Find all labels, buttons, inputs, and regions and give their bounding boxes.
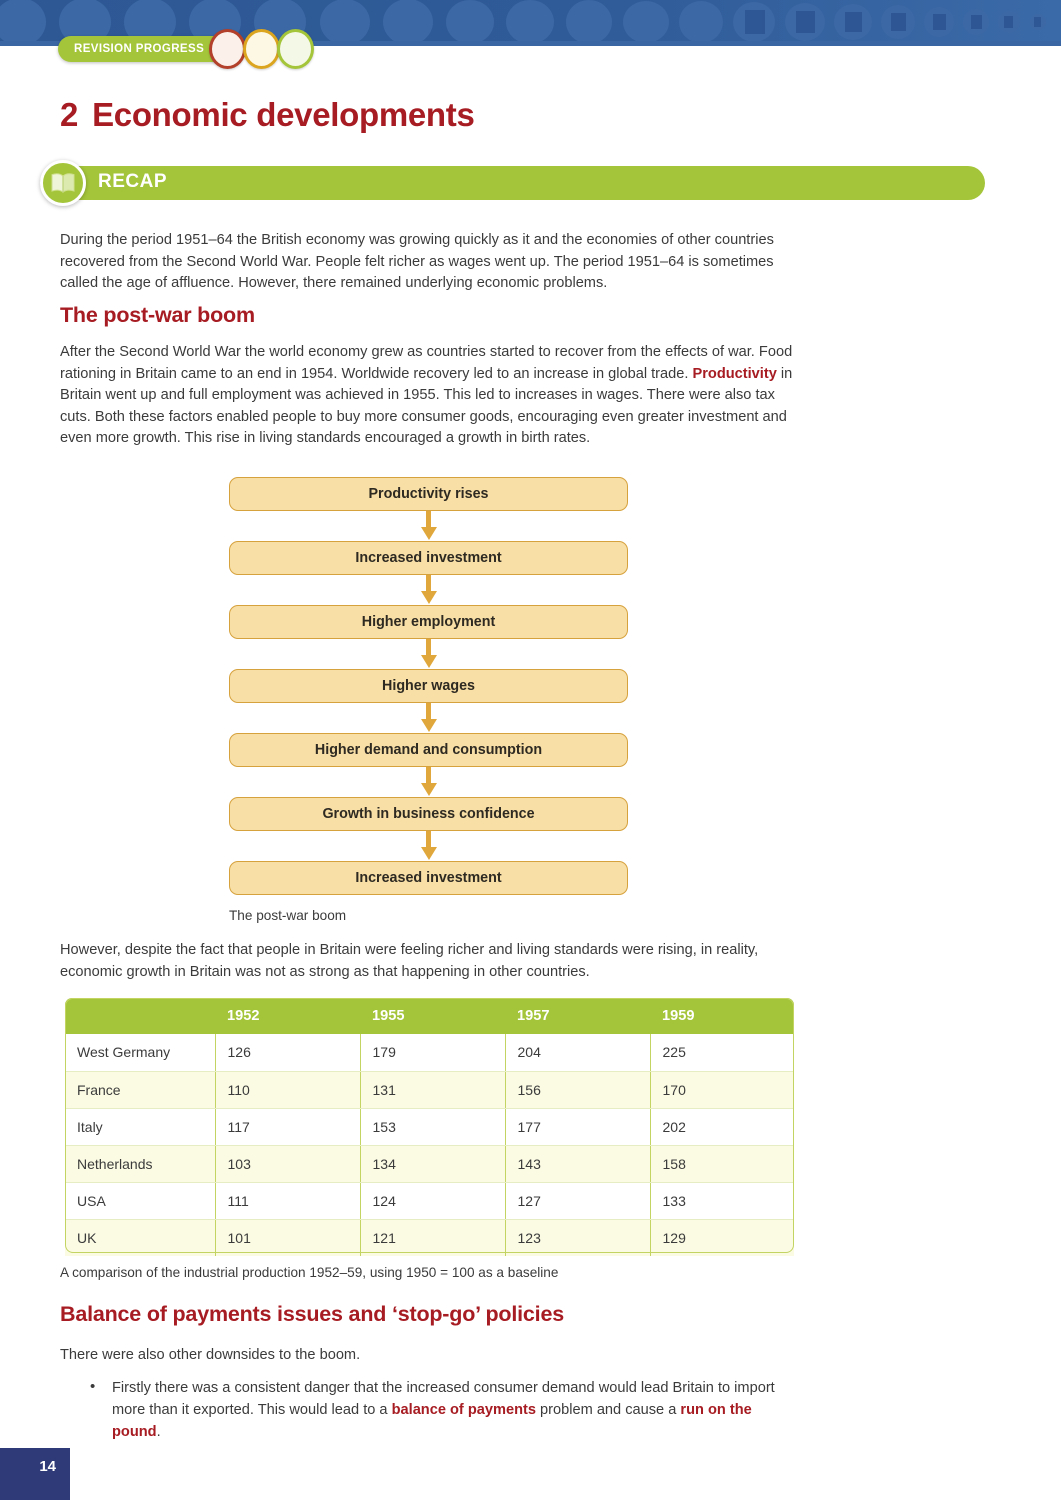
term-balance-of-payments: balance of payments bbox=[391, 1402, 536, 1418]
recap-badge bbox=[40, 160, 86, 206]
cell-1959: 133 bbox=[650, 1182, 794, 1220]
table-row: Netherlands 103 134 143 158 bbox=[65, 1145, 794, 1183]
flow-step-3: Higher employment bbox=[229, 605, 628, 639]
progress-circle-red[interactable] bbox=[209, 29, 247, 69]
cell-1959: 158 bbox=[650, 1145, 794, 1183]
heading-post-war-boom: The post-war boom bbox=[60, 303, 255, 327]
post-war-text-part1: After the Second World War the world eco… bbox=[60, 344, 793, 382]
table-row: Italy 117 153 177 202 bbox=[65, 1108, 794, 1146]
flow-step-4: Higher wages bbox=[229, 669, 628, 703]
cell-1959: 202 bbox=[650, 1108, 794, 1146]
cell-country: Italy bbox=[65, 1108, 216, 1146]
cell-1955: 153 bbox=[360, 1108, 506, 1146]
page-title: 2 Economic developments bbox=[60, 96, 475, 134]
downsides-bullet-list: Firstly there was a consistent danger th… bbox=[86, 1376, 798, 1443]
table-row: France 110 131 156 170 bbox=[65, 1071, 794, 1109]
cell-1959: 129 bbox=[650, 1219, 794, 1256]
flow-arrow-2 bbox=[229, 575, 628, 605]
page-number-badge: 14 bbox=[0, 1448, 70, 1500]
table-row: UK 101 121 123 129 bbox=[65, 1219, 794, 1256]
flow-arrow-4 bbox=[229, 703, 628, 733]
cell-1959: 225 bbox=[650, 1034, 794, 1072]
cell-1952: 126 bbox=[215, 1034, 361, 1072]
cell-1952: 101 bbox=[215, 1219, 361, 1256]
flow-arrow-5 bbox=[229, 767, 628, 797]
cell-1952: 117 bbox=[215, 1108, 361, 1146]
progress-circle-green[interactable] bbox=[277, 29, 315, 69]
list-item: Firstly there was a consistent danger th… bbox=[86, 1376, 798, 1443]
table-header: 1952 1955 1957 1959 bbox=[65, 998, 794, 1034]
cell-1955: 134 bbox=[360, 1145, 506, 1183]
industrial-production-table: 1952 1955 1957 1959 West Germany 126 179… bbox=[65, 998, 794, 1256]
comparison-intro-paragraph: However, despite the fact that people in… bbox=[60, 942, 759, 980]
cell-1957: 123 bbox=[505, 1219, 651, 1256]
intro-paragraph: During the period 1951–64 the British ec… bbox=[60, 232, 774, 292]
revision-progress-label: REVISION PROGRESS bbox=[74, 43, 205, 55]
flow-arrow-1 bbox=[229, 511, 628, 541]
cell-1955: 179 bbox=[360, 1034, 506, 1072]
heading-balance-of-payments: Balance of payments issues and ‘stop-go’… bbox=[60, 1302, 564, 1326]
balance-intro-paragraph: There were also other downsides to the b… bbox=[60, 1347, 361, 1363]
revision-progress-widget[interactable]: REVISION PROGRESS bbox=[58, 28, 315, 70]
chapter-number: 2 bbox=[60, 96, 79, 133]
table-body: West Germany 126 179 204 225 France 110 … bbox=[65, 1034, 794, 1256]
cell-1955: 131 bbox=[360, 1071, 506, 1109]
post-war-paragraph: After the Second World War the world eco… bbox=[60, 342, 795, 450]
cell-1952: 111 bbox=[215, 1182, 361, 1220]
col-header-country bbox=[65, 998, 215, 1034]
table-row: West Germany 126 179 204 225 bbox=[65, 1034, 794, 1072]
cell-1957: 177 bbox=[505, 1108, 651, 1146]
cell-1957: 204 bbox=[505, 1034, 651, 1072]
bullet-text-part2: problem and cause a bbox=[535, 1402, 681, 1418]
open-book-icon bbox=[51, 173, 75, 193]
recap-label: RECAP bbox=[98, 171, 168, 192]
table-caption: A comparison of the industrial productio… bbox=[60, 1265, 559, 1280]
cell-1955: 124 bbox=[360, 1182, 506, 1220]
col-header-1959: 1959 bbox=[650, 998, 794, 1034]
cell-1959: 170 bbox=[650, 1071, 794, 1109]
bullet-text-part3: . bbox=[156, 1424, 161, 1440]
flow-step-5: Higher demand and consumption bbox=[229, 733, 628, 767]
term-productivity: Productivity bbox=[692, 365, 777, 382]
textbook-page: REVISION PROGRESS 2 Economic developments… bbox=[0, 0, 1061, 1500]
col-header-1952: 1952 bbox=[215, 998, 360, 1034]
cell-1952: 110 bbox=[215, 1071, 361, 1109]
flow-step-2: Increased investment bbox=[229, 541, 628, 575]
cell-country: France bbox=[65, 1071, 216, 1109]
cell-1955: 121 bbox=[360, 1219, 506, 1256]
flow-step-1: Productivity rises bbox=[229, 477, 628, 511]
col-header-1957: 1957 bbox=[505, 998, 650, 1034]
cell-country: Netherlands bbox=[65, 1145, 216, 1183]
progress-circle-group bbox=[209, 29, 315, 69]
flow-arrow-6 bbox=[229, 831, 628, 861]
progress-circle-amber[interactable] bbox=[243, 29, 281, 69]
cell-1957: 127 bbox=[505, 1182, 651, 1220]
col-header-1955: 1955 bbox=[360, 998, 505, 1034]
chapter-title-text: Economic developments bbox=[92, 96, 475, 133]
cell-1957: 143 bbox=[505, 1145, 651, 1183]
cell-1957: 156 bbox=[505, 1071, 651, 1109]
flowchart-caption: The post-war boom bbox=[229, 908, 347, 923]
table-header-row: 1952 1955 1957 1959 bbox=[65, 998, 794, 1034]
cell-1952: 103 bbox=[215, 1145, 361, 1183]
cell-country: West Germany bbox=[65, 1034, 216, 1072]
cell-country: UK bbox=[65, 1219, 216, 1256]
table-row: USA 111 124 127 133 bbox=[65, 1182, 794, 1220]
page-number: 14 bbox=[39, 1458, 56, 1475]
recap-banner bbox=[40, 166, 985, 200]
cell-country: USA bbox=[65, 1182, 216, 1220]
post-war-boom-flowchart: Productivity rises Increased investment … bbox=[229, 477, 628, 895]
flow-step-7: Increased investment bbox=[229, 861, 628, 895]
flow-step-6: Growth in business confidence bbox=[229, 797, 628, 831]
flow-arrow-3 bbox=[229, 639, 628, 669]
